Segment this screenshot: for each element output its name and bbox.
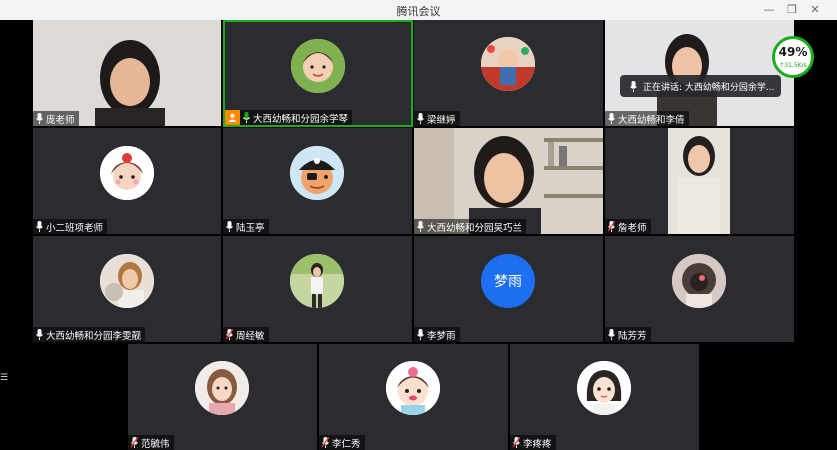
microphone-icon — [226, 221, 233, 232]
participant-tile[interactable]: 周经敏 — [223, 236, 412, 342]
participant-name: 陆玉亭 — [236, 222, 265, 234]
nameplate: 陆芳芳 — [605, 327, 651, 342]
participant-tile[interactable]: 小二班项老师 — [33, 128, 221, 234]
avatar — [100, 146, 154, 200]
participant-tile[interactable]: 梁继婷 — [414, 20, 603, 126]
participant-name: 陆芳芳 — [618, 330, 647, 342]
nameplate: 李梦雨 — [414, 327, 460, 342]
participant-name: 李疼疼 — [523, 438, 552, 450]
participant-name: 大西幼畅和李倩 — [618, 114, 685, 126]
participant-name: 大西幼畅和分园吴巧兰 — [427, 222, 523, 234]
participant-tile[interactable]: 大西幼畅和分园李雯靓 — [33, 236, 221, 342]
avatar — [195, 361, 249, 415]
nameplate: 周经敏 — [223, 327, 269, 342]
microphone-icon — [417, 113, 424, 124]
restore-button[interactable]: ❐ — [784, 2, 800, 18]
avatar — [291, 39, 345, 93]
participant-tile[interactable]: 范毓伟 — [128, 344, 317, 450]
microphone-muted-icon — [513, 437, 520, 448]
network-quality-indicator[interactable]: 49% ↑31.5K/s — [772, 36, 814, 78]
participant-name: 大西幼畅和分园余学琴 — [253, 113, 349, 125]
microphone-muted-icon — [322, 437, 329, 448]
network-speed: ↑31.5K/s — [779, 62, 807, 69]
participant-tile-active-speaker[interactable]: 大西幼畅和分园余学琴 — [223, 20, 413, 127]
title-bar: 腾讯会议 — ❐ ✕ — [0, 0, 837, 20]
avatar — [290, 254, 344, 308]
nameplate: 詹老师 — [605, 219, 651, 234]
avatar — [672, 254, 726, 308]
participant-tile[interactable]: 庞老师 — [33, 20, 221, 126]
microphone-muted-icon — [131, 437, 138, 448]
initials-avatar: 梦雨 — [481, 254, 535, 308]
nameplate: 李仁秀 — [319, 435, 365, 450]
nameplate: 大西幼畅和分园李雯靓 — [33, 327, 146, 342]
nameplate: 庞老师 — [33, 111, 79, 126]
participant-name: 庞老师 — [46, 114, 75, 126]
participant-tile[interactable]: 李仁秀 — [319, 344, 508, 450]
nameplate: 大西幼畅和李倩 — [605, 111, 689, 126]
network-percent: 49% — [778, 45, 808, 59]
participant-tile[interactable]: 大西幼畅和分园吴巧兰 — [414, 128, 603, 234]
side-panel-toggle-icon[interactable]: ☰ — [0, 372, 8, 384]
avatar — [290, 146, 344, 200]
participant-name: 李仁秀 — [332, 438, 361, 450]
nameplate: 大西幼畅和分园余学琴 — [225, 110, 353, 125]
minimize-button[interactable]: — — [761, 2, 777, 18]
speaking-indicator: 正在讲话: 大西幼畅和分园余学... — [620, 75, 781, 97]
window-title: 腾讯会议 — [396, 5, 441, 18]
microphone-active-icon — [243, 112, 250, 123]
microphone-icon — [608, 113, 615, 124]
microphone-icon — [608, 329, 615, 340]
participant-name: 周经敏 — [236, 330, 265, 342]
microphone-icon — [630, 80, 637, 92]
microphone-icon — [417, 221, 424, 232]
participant-name: 詹老师 — [618, 222, 647, 234]
participant-tile[interactable]: 陆芳芳 — [605, 236, 794, 342]
nameplate: 陆玉亭 — [223, 219, 269, 234]
microphone-muted-icon — [608, 221, 615, 232]
speaking-text: 正在讲话: 大西幼畅和分园余学... — [643, 82, 775, 93]
participant-name: 大西幼畅和分园李雯靓 — [46, 330, 142, 342]
participant-tile[interactable]: 梦雨 李梦雨 — [414, 236, 603, 342]
camera-feed — [668, 128, 730, 234]
microphone-icon — [36, 113, 43, 124]
host-badge-icon — [225, 110, 240, 125]
nameplate: 大西幼畅和分园吴巧兰 — [414, 219, 527, 234]
avatar — [481, 37, 535, 91]
avatar — [100, 254, 154, 308]
participant-tile[interactable]: 李疼疼 — [510, 344, 699, 450]
participant-name: 小二班项老师 — [46, 222, 104, 234]
participant-tile[interactable]: 陆玉亭 — [223, 128, 412, 234]
participant-tile[interactable]: 大西幼畅和李倩 — [605, 20, 794, 126]
nameplate: 梁继婷 — [414, 111, 460, 126]
participant-name: 范毓伟 — [141, 438, 170, 450]
participant-name: 梁继婷 — [427, 114, 456, 126]
microphone-icon — [36, 221, 43, 232]
microphone-icon — [36, 329, 43, 340]
nameplate: 范毓伟 — [128, 435, 174, 450]
microphone-muted-icon — [226, 329, 233, 340]
nameplate: 李疼疼 — [510, 435, 556, 450]
nameplate: 小二班项老师 — [33, 219, 108, 234]
participant-name: 李梦雨 — [427, 330, 456, 342]
avatar — [386, 361, 440, 415]
participant-tile[interactable]: 詹老师 — [605, 128, 794, 234]
microphone-icon — [417, 329, 424, 340]
close-button[interactable]: ✕ — [807, 2, 823, 18]
avatar — [577, 361, 631, 415]
